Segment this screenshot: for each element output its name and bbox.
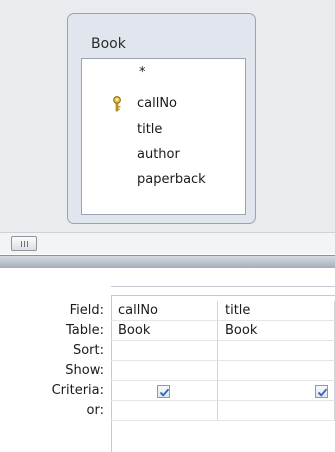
table-title[interactable]: Book (91, 36, 126, 52)
row-label-or: or: (86, 403, 104, 418)
row-label-field: Field: (69, 303, 104, 318)
key-icon (113, 96, 121, 112)
sort-cell-2[interactable] (218, 341, 335, 361)
field-cell-1[interactable]: callNo (111, 301, 218, 321)
field-item-paperback[interactable]: paperback (137, 170, 206, 190)
row-label-criteria: Criteria: (51, 383, 104, 398)
checkmark-icon (159, 388, 170, 397)
show-cell-1 (111, 361, 218, 381)
table-diagram-pane[interactable]: Book * callNo title author paperback (0, 0, 335, 232)
pane-splitter[interactable] (0, 255, 335, 268)
field-item-callno[interactable]: callNo (137, 94, 177, 114)
scroll-grip-icon (21, 241, 22, 247)
or-cell-2[interactable] (218, 401, 335, 421)
sort-cell-1[interactable] (111, 341, 218, 361)
scroll-grip-icon (27, 241, 28, 247)
field-list[interactable]: * callNo title author paperback (81, 58, 246, 215)
table-cell-1[interactable]: Book (111, 321, 218, 341)
checkmark-icon (317, 388, 328, 397)
table-cell-2[interactable]: Book (218, 321, 335, 341)
row-label-sort: Sort: (72, 343, 104, 358)
field-item-all[interactable]: * (139, 63, 146, 83)
field-item-author[interactable]: author (137, 145, 180, 165)
book-table-box[interactable]: Book * callNo title author paperback (67, 13, 256, 224)
horizontal-scrollbar[interactable] (0, 232, 335, 254)
show-checkbox-1[interactable] (157, 385, 170, 398)
row-label-show: Show: (65, 363, 104, 378)
field-item-title[interactable]: title (137, 120, 162, 140)
field-cell-2[interactable]: title (218, 301, 335, 321)
show-checkbox-2[interactable] (315, 385, 328, 398)
scroll-grip-icon (24, 241, 25, 247)
row-label-table: Table: (66, 323, 104, 338)
design-grid[interactable]: Field: Table: Sort: Show: Criteria: or: … (0, 268, 335, 452)
show-cell-2 (218, 361, 335, 381)
scroll-thumb[interactable] (11, 236, 37, 251)
column-selector-row[interactable] (111, 286, 335, 296)
or-cell-1[interactable] (111, 401, 218, 421)
